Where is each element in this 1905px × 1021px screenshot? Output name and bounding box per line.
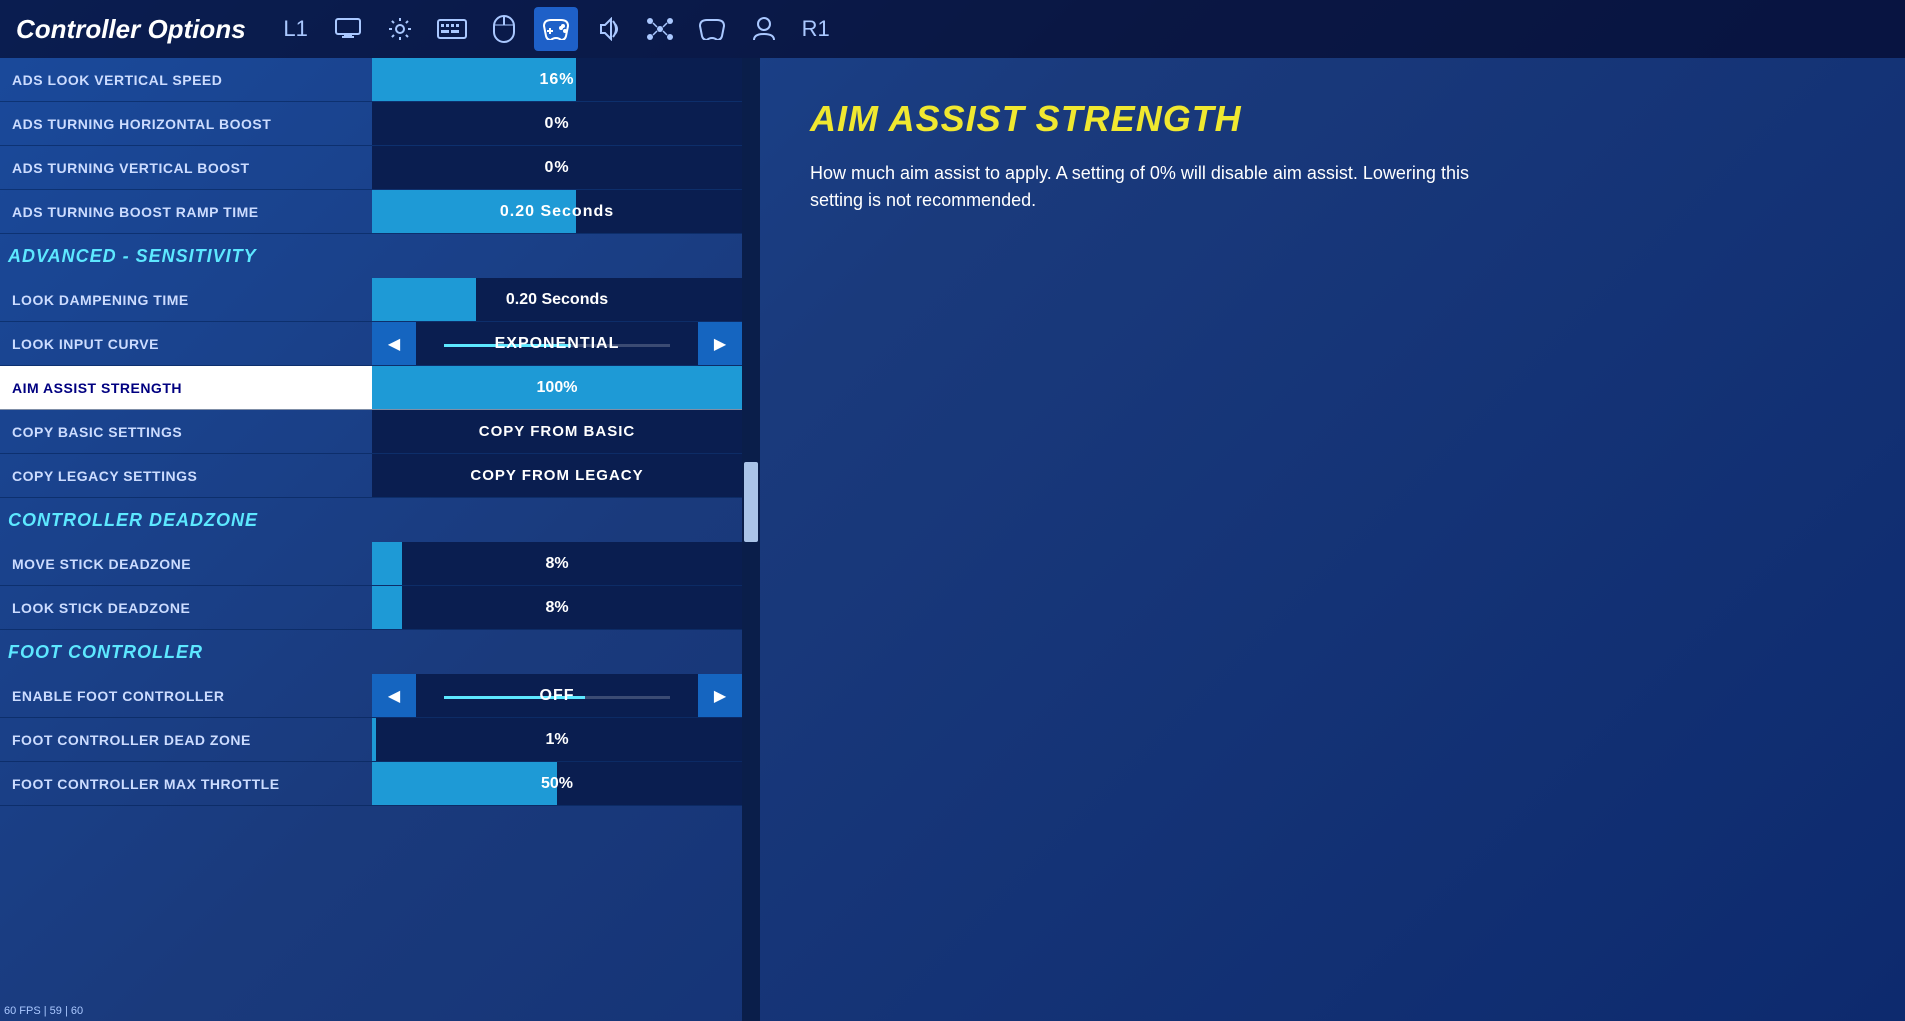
- scrollbar-thumb[interactable]: [744, 462, 758, 542]
- info-panel-title: AIM ASSIST STRENGTH: [810, 98, 1855, 140]
- value-foot-controller-dead-zone: 1%: [545, 731, 568, 749]
- setting-row-ads-turning-horizontal-boost[interactable]: ADS TURNING HORIZONTAL BOOST 0%: [0, 102, 742, 146]
- label-look-dampening-time: LOOK DAMPENING TIME: [0, 292, 372, 308]
- value-look-input-curve: EXPONENTIAL: [495, 335, 620, 353]
- nav-icon-gamepad[interactable]: [534, 7, 578, 51]
- label-ads-look-vertical-speed: ADS LOOK VERTICAL SPEED: [0, 72, 372, 88]
- value-ads-turning-boost-ramp-time: 0.20 Seconds: [372, 190, 742, 233]
- label-copy-basic-settings: COPY BASIC SETTINGS: [0, 424, 372, 440]
- value-aim-assist-strength: 100%: [537, 379, 578, 397]
- settings-list: ADS LOOK VERTICAL SPEED 16% ADS TURNING …: [0, 58, 742, 806]
- value-foot-controller-max-throttle: 50%: [541, 775, 573, 793]
- foot-controller-right-arrow[interactable]: ▶: [698, 674, 742, 717]
- nav-icon-account[interactable]: [742, 7, 786, 51]
- fps-counter: 60 FPS | 59 | 60: [4, 1005, 83, 1017]
- value-ads-turning-horizontal-boost: 0%: [372, 102, 742, 145]
- value-copy-legacy-settings: COPY FROM LEGACY: [470, 467, 643, 484]
- setting-row-ads-turning-vertical-boost[interactable]: ADS TURNING VERTICAL BOOST 0%: [0, 146, 742, 190]
- section-advanced-sensitivity: ADVANCED - SENSITIVITY: [0, 234, 742, 278]
- label-foot-controller-dead-zone: FOOT CONTROLLER DEAD ZONE: [0, 732, 372, 748]
- nav-icon-r1[interactable]: R1: [794, 7, 838, 51]
- foot-controller-left-arrow[interactable]: ◀: [372, 674, 416, 717]
- nav-icon-monitor[interactable]: [326, 7, 370, 51]
- label-look-stick-deadzone: LOOK STICK DEADZONE: [0, 600, 372, 616]
- nav-icon-mouse[interactable]: [482, 7, 526, 51]
- nav-icon-gamepad2[interactable]: [690, 7, 734, 51]
- nav-icon-audio[interactable]: [586, 7, 630, 51]
- label-aim-assist-strength: AIM ASSIST STRENGTH: [0, 366, 372, 409]
- setting-row-look-input-curve[interactable]: LOOK INPUT CURVE ◀ EXPONENTIAL ▶: [0, 322, 742, 366]
- label-ads-turning-boost-ramp-time: ADS TURNING BOOST RAMP TIME: [0, 204, 372, 220]
- value-copy-basic-settings: COPY FROM BASIC: [479, 423, 635, 440]
- value-ads-look-vertical-speed: 16%: [372, 58, 742, 101]
- look-input-curve-left-arrow[interactable]: ◀: [372, 322, 416, 365]
- main-layout: ADS LOOK VERTICAL SPEED 16% ADS TURNING …: [0, 58, 1905, 1021]
- nav-icon-keyboard[interactable]: [430, 7, 474, 51]
- label-foot-controller-max-throttle: FOOT CONTROLLER MAX THROTTLE: [0, 776, 372, 792]
- value-enable-foot-controller: OFF: [540, 687, 575, 705]
- value-look-dampening-time: 0.20 Seconds: [506, 291, 608, 309]
- label-move-stick-deadzone: MOVE STICK DEADZONE: [0, 556, 372, 572]
- setting-row-copy-legacy-settings[interactable]: COPY LEGACY SETTINGS COPY FROM LEGACY: [0, 454, 742, 498]
- setting-row-ads-look-vertical-speed[interactable]: ADS LOOK VERTICAL SPEED 16%: [0, 58, 742, 102]
- value-move-stick-deadzone: 8%: [545, 555, 568, 573]
- info-panel-description: How much aim assist to apply. A setting …: [810, 160, 1510, 214]
- setting-row-ads-turning-boost-ramp-time[interactable]: ADS TURNING BOOST RAMP TIME 0.20 Seconds: [0, 190, 742, 234]
- section-header-foot-controller-text: FOOT CONTROLLER: [8, 642, 203, 663]
- nav-icon-l1[interactable]: L1: [274, 7, 318, 51]
- section-foot-controller: FOOT CONTROLLER: [0, 630, 742, 674]
- label-copy-legacy-settings: COPY LEGACY SETTINGS: [0, 468, 372, 484]
- value-ads-turning-vertical-boost: 0%: [372, 146, 742, 189]
- label-ads-turning-horizontal-boost: ADS TURNING HORIZONTAL BOOST: [0, 116, 372, 132]
- info-panel: AIM ASSIST STRENGTH How much aim assist …: [760, 58, 1905, 1021]
- setting-row-look-stick-deadzone[interactable]: LOOK STICK DEADZONE 8%: [0, 586, 742, 630]
- section-header-deadzone-text: CONTROLLER DEADZONE: [8, 510, 258, 531]
- value-look-stick-deadzone: 8%: [545, 599, 568, 617]
- setting-row-enable-foot-controller[interactable]: ENABLE FOOT CONTROLLER ◀ OFF ▶: [0, 674, 742, 718]
- setting-row-foot-controller-dead-zone[interactable]: FOOT CONTROLLER DEAD ZONE 1%: [0, 718, 742, 762]
- setting-row-foot-controller-max-throttle[interactable]: FOOT CONTROLLER MAX THROTTLE 50%: [0, 762, 742, 806]
- label-ads-turning-vertical-boost: ADS TURNING VERTICAL BOOST: [0, 160, 372, 176]
- scrollbar[interactable]: [742, 58, 760, 1021]
- top-navigation-bar: Controller Options L1 R1: [0, 0, 1905, 58]
- setting-row-copy-basic-settings[interactable]: COPY BASIC SETTINGS COPY FROM BASIC: [0, 410, 742, 454]
- nav-icon-network[interactable]: [638, 7, 682, 51]
- setting-row-look-dampening-time[interactable]: LOOK DAMPENING TIME 0.20 Seconds: [0, 278, 742, 322]
- setting-row-aim-assist-strength[interactable]: AIM ASSIST STRENGTH 100%: [0, 366, 742, 410]
- label-enable-foot-controller: ENABLE FOOT CONTROLLER: [0, 688, 372, 704]
- label-look-input-curve: LOOK INPUT CURVE: [0, 336, 372, 352]
- section-header-advanced-sensitivity-text: ADVANCED - SENSITIVITY: [8, 246, 257, 267]
- look-input-curve-right-arrow[interactable]: ▶: [698, 322, 742, 365]
- nav-icon-settings[interactable]: [378, 7, 422, 51]
- setting-row-move-stick-deadzone[interactable]: MOVE STICK DEADZONE 8%: [0, 542, 742, 586]
- section-controller-deadzone: CONTROLLER DEADZONE: [0, 498, 742, 542]
- settings-panel: ADS LOOK VERTICAL SPEED 16% ADS TURNING …: [0, 58, 760, 1021]
- page-title: Controller Options: [16, 14, 246, 45]
